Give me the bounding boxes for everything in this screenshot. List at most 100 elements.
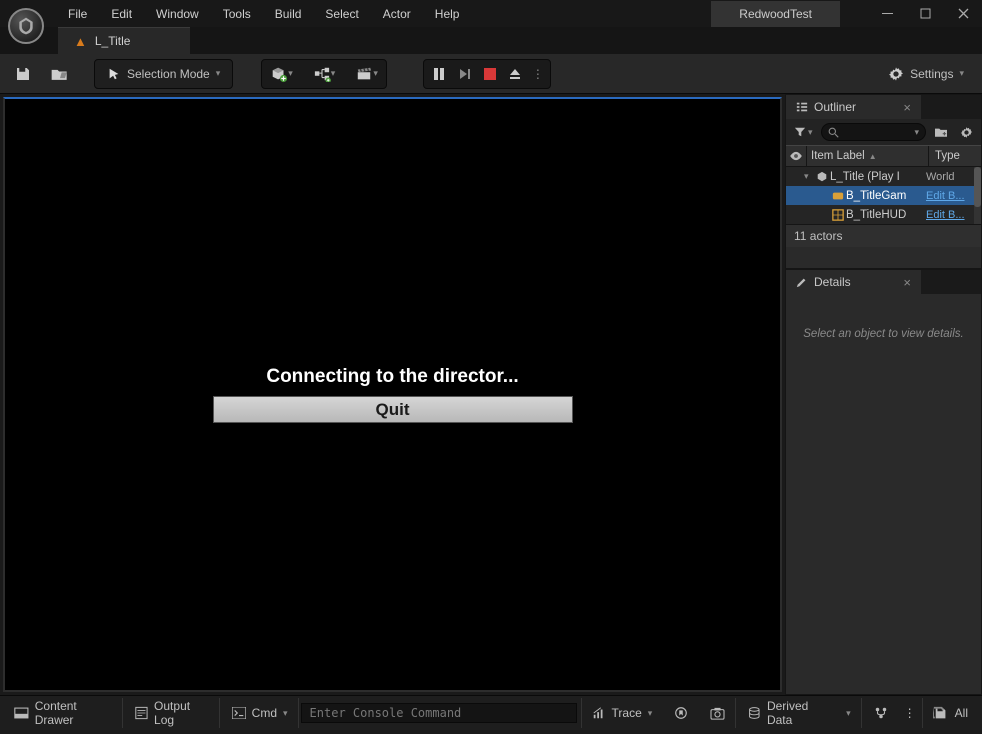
outliner-row-actor[interactable]: B_TitleGam Edit B...: [786, 186, 974, 205]
details-panel: Details × Select an object to view detai…: [785, 269, 982, 695]
window-maximize[interactable]: [906, 0, 944, 27]
content-drawer-button[interactable]: Content Drawer: [4, 698, 123, 728]
funnel-icon: [794, 126, 806, 138]
viewport[interactable]: Connecting to the director... Quit: [3, 97, 782, 692]
play-options-button[interactable]: ⋮: [528, 67, 548, 81]
close-icon[interactable]: ×: [903, 275, 911, 290]
expand-icon[interactable]: ▾: [804, 171, 814, 182]
menu-edit[interactable]: Edit: [101, 2, 142, 26]
menu-select[interactable]: Select: [315, 2, 368, 26]
main-toolbar: Selection Mode ▾ ▾ ▾: [0, 54, 982, 94]
window-close[interactable]: [944, 0, 982, 27]
selection-mode-dropdown[interactable]: Selection Mode ▾: [99, 67, 228, 81]
sort-asc-icon: ▲: [869, 152, 877, 161]
node-icon: [313, 66, 331, 82]
screenshot-button[interactable]: [700, 698, 736, 728]
menu-help[interactable]: Help: [425, 2, 470, 26]
outliner-tab[interactable]: Outliner ×: [786, 95, 921, 119]
derived-data-button[interactable]: Derived Data ▾: [738, 698, 861, 728]
chevron-down-icon[interactable]: ▾: [914, 127, 919, 138]
window-minimize[interactable]: [868, 0, 906, 27]
revision-control-button[interactable]: [864, 698, 898, 728]
edit-blueprint-link[interactable]: Edit B...: [922, 190, 974, 202]
filter-button[interactable]: ▾: [790, 124, 817, 140]
save-button[interactable]: [8, 60, 38, 88]
connecting-status: Connecting to the director...: [266, 366, 518, 388]
chevron-down-icon: ▾: [648, 708, 653, 719]
frame-skip-button[interactable]: [452, 61, 478, 87]
add-actors-group: ▾ ▾ ▾: [261, 59, 387, 89]
outliner-row-world[interactable]: ▾ L_Title (Play I World: [786, 167, 974, 186]
details-placeholder: Select an object to view details.: [803, 328, 963, 340]
world-icon: [814, 171, 830, 183]
step-icon: [458, 67, 472, 81]
titlebar: File Edit Window Tools Build Select Acto…: [0, 0, 982, 27]
outliner-tree[interactable]: ▾ L_Title (Play I World B_TitleGam: [786, 167, 974, 224]
menu-build[interactable]: Build: [265, 2, 312, 26]
chevron-down-icon: ▾: [331, 68, 336, 79]
save-trace-button[interactable]: [664, 698, 698, 728]
details-tab[interactable]: Details ×: [786, 270, 921, 294]
revision-options[interactable]: ⋮: [900, 698, 920, 728]
item-label-column[interactable]: Item Label ▲: [806, 146, 929, 166]
pencil-icon: [796, 276, 808, 288]
tab-level[interactable]: ▲ L_Title: [58, 27, 190, 54]
outliner-settings-button[interactable]: [956, 124, 977, 141]
gamemode-icon: [830, 190, 846, 202]
outliner-search[interactable]: ▾: [821, 123, 926, 141]
stop-button[interactable]: [478, 61, 502, 87]
cmd-dropdown[interactable]: Cmd ▾: [222, 698, 299, 728]
window-controls: [868, 0, 982, 27]
trace-button[interactable]: Trace ▾: [581, 698, 663, 728]
pause-icon: [432, 67, 446, 81]
quit-button[interactable]: Quit: [213, 396, 573, 423]
visibility-column[interactable]: [786, 151, 806, 161]
details-body: Select an object to view details.: [786, 294, 981, 694]
statusbar: Content Drawer Output Log Cmd ▾ Enter Co…: [0, 695, 982, 730]
menu-window[interactable]: Window: [146, 2, 209, 26]
close-icon[interactable]: ×: [903, 100, 911, 115]
eject-button[interactable]: [502, 61, 528, 87]
search-icon: [828, 127, 839, 138]
pause-button[interactable]: [426, 61, 452, 87]
eye-icon: [789, 151, 803, 161]
browse-button[interactable]: [44, 60, 76, 88]
type-column[interactable]: Type: [929, 150, 981, 162]
console-placeholder: Enter Console Command: [310, 706, 462, 720]
tab-label: L_Title: [95, 34, 131, 48]
new-folder-button[interactable]: [930, 124, 952, 140]
branch-icon: [874, 706, 888, 720]
right-dock: Outliner × ▾ ▾: [785, 94, 982, 695]
document-tabs: ▲ L_Title: [0, 27, 982, 54]
edit-blueprint-link[interactable]: Edit B...: [922, 209, 974, 221]
menu-bar: File Edit Window Tools Build Select Acto…: [58, 2, 469, 26]
menu-tools[interactable]: Tools: [213, 2, 261, 26]
database-icon: [748, 706, 761, 720]
outliner-footer: 11 actors: [786, 224, 981, 247]
settings-button[interactable]: Settings ▾: [878, 66, 974, 82]
ue-logo[interactable]: [0, 0, 52, 52]
outliner-scrollbar[interactable]: [974, 167, 981, 224]
output-log-button[interactable]: Output Log: [125, 698, 220, 728]
log-icon: [135, 706, 148, 720]
add-actor-button[interactable]: ▾: [264, 61, 299, 87]
menu-file[interactable]: File: [58, 2, 97, 26]
hud-icon: [830, 209, 846, 221]
outliner-toolbar: ▾ ▾: [786, 119, 981, 145]
ue-logo-icon: [8, 8, 44, 44]
bookmark-icon: [674, 706, 688, 720]
project-name: RedwoodTest: [711, 1, 840, 27]
cinematics-button[interactable]: ▾: [349, 61, 384, 87]
blueprint-button[interactable]: ▾: [307, 61, 342, 87]
console-input[interactable]: Enter Console Command: [301, 703, 577, 723]
outliner-icon: [796, 101, 808, 113]
camera-icon: [710, 707, 725, 720]
menu-actor[interactable]: Actor: [373, 2, 421, 26]
outliner-row-actor[interactable]: B_TitleHUD Edit B...: [786, 205, 974, 224]
save-all-icon: [933, 706, 949, 721]
details-title: Details: [814, 275, 851, 289]
drawer-icon: [14, 706, 29, 720]
trace-icon: [592, 706, 606, 720]
settings-label: Settings: [910, 67, 953, 81]
save-all-button[interactable]: All: [922, 698, 978, 728]
